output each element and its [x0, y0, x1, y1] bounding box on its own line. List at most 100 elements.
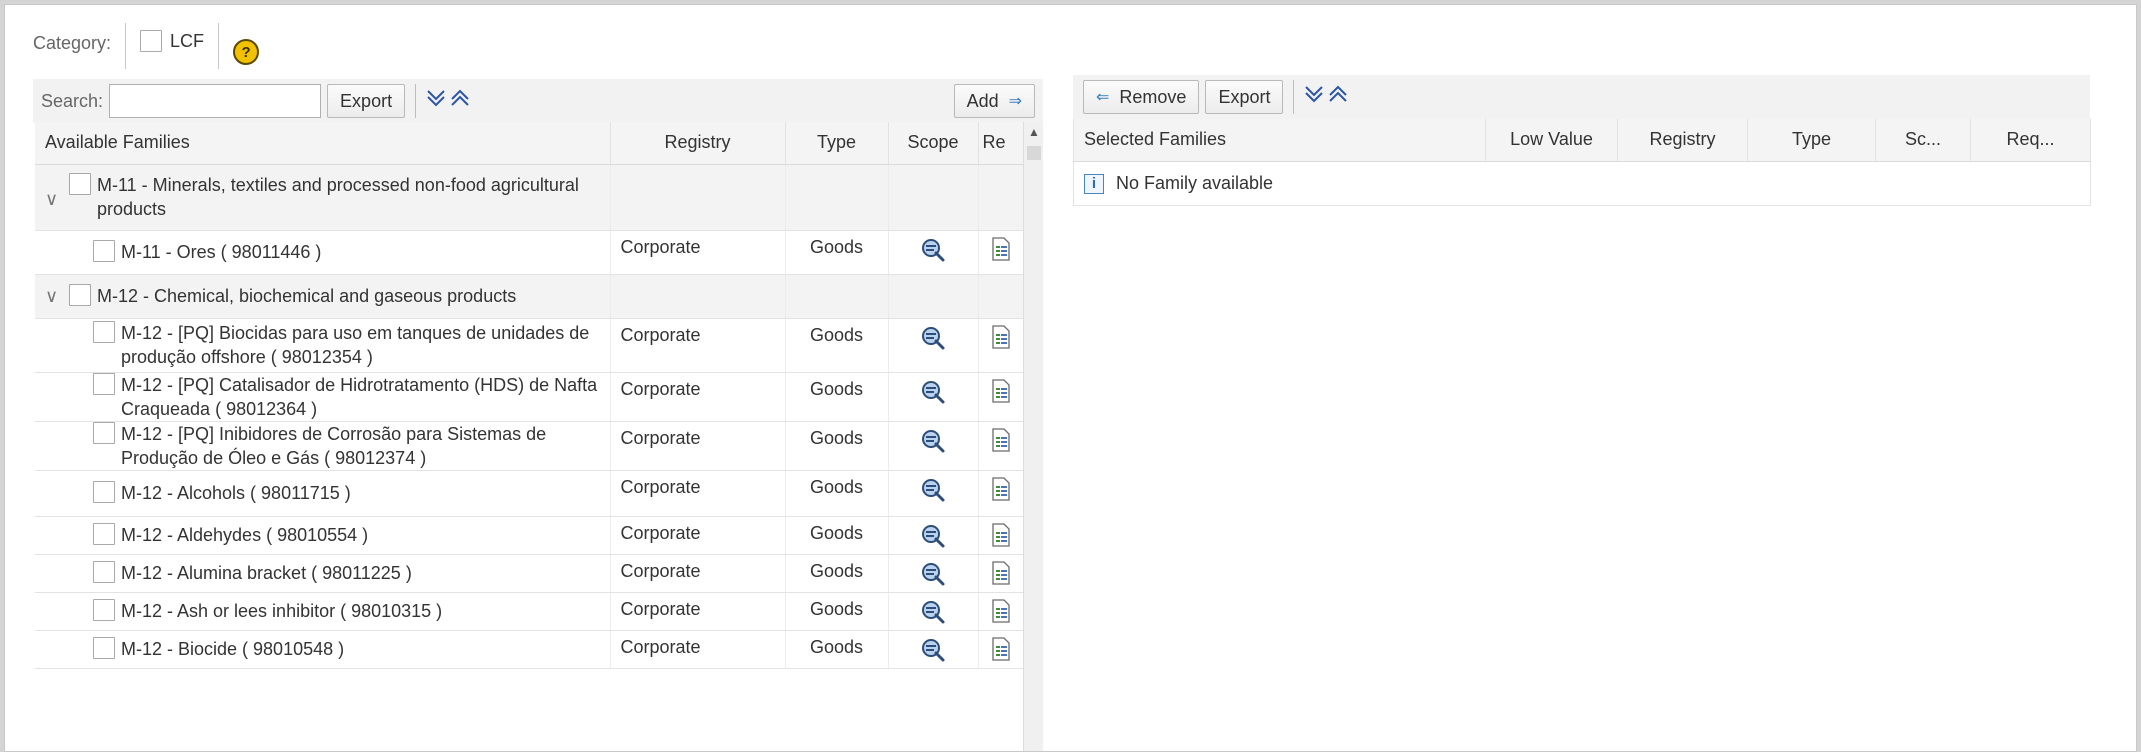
- requirements-document-icon[interactable]: [991, 636, 1011, 661]
- table-scrollbar[interactable]: ▲: [1023, 122, 1044, 751]
- row-checkbox[interactable]: [93, 523, 115, 545]
- scope-search-icon[interactable]: [920, 561, 946, 587]
- row-checkbox[interactable]: [93, 637, 115, 659]
- scope-search-icon[interactable]: [920, 428, 946, 454]
- family-name: M-12 - Ash or lees inhibitor ( 98010315 …: [121, 601, 443, 621]
- collapse-all-icon[interactable]: [1328, 84, 1348, 110]
- registry-cell: Corporate: [610, 516, 786, 555]
- registry-cell: Corporate: [610, 372, 786, 422]
- type-cell: Goods: [785, 230, 889, 275]
- selected-header-row: Selected Families Low Value Registry Typ…: [1073, 119, 2091, 162]
- col-registry[interactable]: Registry: [610, 122, 786, 165]
- collapse-all-icon[interactable]: [450, 88, 470, 114]
- scope-cell: [888, 230, 979, 275]
- group-checkbox[interactable]: [69, 173, 91, 195]
- table-row[interactable]: M-12 - Aldehydes ( 98010554 ) Corporate Go…: [35, 516, 1024, 555]
- group-registry-cell: [610, 164, 786, 231]
- row-checkbox[interactable]: [93, 481, 115, 503]
- requirements-document-icon[interactable]: [991, 522, 1011, 547]
- col-scope[interactable]: Sc...: [1875, 119, 1971, 162]
- row-checkbox[interactable]: [93, 372, 115, 395]
- col-available-families[interactable]: Available Families: [35, 122, 611, 165]
- scope-search-icon[interactable]: [920, 599, 946, 625]
- col-selected-families[interactable]: Selected Families: [1073, 119, 1486, 162]
- row-checkbox[interactable]: [93, 599, 115, 621]
- table-row[interactable]: M-12 - [PQ] Inibidores de Corrosão para …: [35, 421, 1024, 471]
- scope-search-icon[interactable]: [920, 637, 946, 663]
- expand-all-icon[interactable]: [1304, 84, 1324, 110]
- empty-row: i No Family available: [1073, 161, 2091, 206]
- group-scope-cell: [888, 164, 979, 231]
- type-cell: Goods: [785, 592, 889, 631]
- requirements-cell: [978, 421, 1024, 471]
- type-cell: Goods: [785, 630, 889, 669]
- requirements-document-icon[interactable]: [991, 378, 1011, 403]
- col-registry[interactable]: Registry: [1617, 119, 1748, 162]
- family-name-cell: M-12 - Alumina bracket ( 98011225 ): [35, 554, 611, 593]
- lcf-checkbox[interactable]: [140, 30, 163, 52]
- divider: [125, 23, 127, 69]
- scroll-up-arrow-icon[interactable]: ▲: [1024, 122, 1044, 142]
- scroll-thumb[interactable]: [1027, 146, 1041, 160]
- table-row[interactable]: M-12 - [PQ] Biocidas para uso em tanques…: [35, 318, 1024, 373]
- chevron-down-icon[interactable]: ∨: [45, 284, 69, 308]
- expand-all-icon[interactable]: [426, 88, 446, 114]
- export-button[interactable]: Export: [327, 84, 406, 118]
- selected-families-table: Selected Families Low Value Registry Typ…: [1073, 119, 2091, 206]
- available-families-table: Available Families Registry Type Scope R…: [35, 122, 1024, 669]
- requirements-document-icon[interactable]: [991, 476, 1011, 501]
- col-scope[interactable]: Scope: [888, 122, 979, 165]
- family-name: M-11 - Ores ( 98011446 ): [121, 242, 322, 262]
- col-type[interactable]: Type: [785, 122, 889, 165]
- row-checkbox[interactable]: [93, 561, 115, 583]
- requirements-document-icon[interactable]: [991, 598, 1011, 623]
- row-checkbox[interactable]: [93, 240, 115, 262]
- help-icon[interactable]: ?: [233, 39, 260, 65]
- row-checkbox[interactable]: [93, 421, 115, 444]
- requirements-document-icon[interactable]: [991, 236, 1011, 261]
- table-row[interactable]: M-12 - [PQ] Catalisador de Hidrotratamen…: [35, 372, 1024, 422]
- search-input[interactable]: [109, 84, 322, 118]
- row-checkbox[interactable]: [93, 321, 115, 343]
- requirements-document-icon[interactable]: [991, 324, 1011, 349]
- scope-search-icon[interactable]: [920, 477, 946, 503]
- add-button[interactable]: Add ⇒: [953, 84, 1035, 118]
- family-name-cell: M-12 - Alcohols ( 98011715 ): [35, 470, 611, 517]
- col-requirements[interactable]: Req...: [1970, 119, 2091, 162]
- family-name-cell: M-12 - [PQ] Catalisador de Hidrotratamen…: [35, 372, 611, 422]
- lcf-filter[interactable]: LCF: [140, 30, 204, 52]
- remove-button[interactable]: ⇐ Remove: [1083, 80, 1200, 114]
- add-label: Add: [966, 90, 999, 111]
- table-row[interactable]: M-11 - Ores ( 98011446 ) Corporate Goods: [35, 230, 1024, 275]
- group-checkbox[interactable]: [69, 284, 91, 306]
- requirements-document-icon[interactable]: [991, 560, 1011, 585]
- scope-search-icon[interactable]: [920, 237, 946, 263]
- table-row[interactable]: M-12 - Biocide ( 98010548 ) Corporate Good…: [35, 630, 1024, 669]
- empty-message: No Family available: [1116, 173, 1274, 193]
- family-name: M-12 - Aldehydes ( 98010554 ): [121, 525, 369, 545]
- divider: [218, 23, 220, 69]
- table-row[interactable]: M-12 - Alcohols ( 98011715 ) Corporate Goo…: [35, 470, 1024, 517]
- registry-cell: Corporate: [610, 630, 786, 669]
- col-low-value[interactable]: Low Value: [1485, 119, 1618, 162]
- col-type[interactable]: Type: [1747, 119, 1876, 162]
- requirements-cell: [978, 516, 1024, 555]
- table-row[interactable]: M-12 - Ash or lees inhibitor ( 98010315 …: [35, 592, 1024, 631]
- col-requirements[interactable]: Re: [978, 122, 1024, 165]
- scope-search-icon[interactable]: [920, 523, 946, 549]
- lcf-label: LCF: [170, 30, 205, 51]
- group-row[interactable]: ∨ M-11 - Minerals, textiles and processed…: [35, 164, 1024, 231]
- group-row[interactable]: ∨ M-12 - Chemical, biochemical and gaseou…: [35, 274, 1024, 319]
- chevron-down-icon[interactable]: ∨: [45, 187, 69, 211]
- scope-search-icon[interactable]: [920, 379, 946, 405]
- family-selection-panel: Category: LCF ? Search: Export Add ⇒ ⇐ R…: [4, 4, 2137, 752]
- category-bar: Category: LCF ?: [33, 23, 260, 69]
- scope-search-icon[interactable]: [920, 325, 946, 351]
- table-row[interactable]: M-12 - Alumina bracket ( 98011225 ) Corpo…: [35, 554, 1024, 593]
- requirements-document-icon[interactable]: [991, 427, 1011, 452]
- family-name-cell: M-12 - [PQ] Biocidas para uso em tanques…: [35, 318, 611, 373]
- scope-cell: [888, 592, 979, 631]
- divider: [1293, 80, 1295, 114]
- export-selected-button[interactable]: Export: [1205, 80, 1284, 114]
- add-arrow-icon: ⇒: [1008, 93, 1022, 110]
